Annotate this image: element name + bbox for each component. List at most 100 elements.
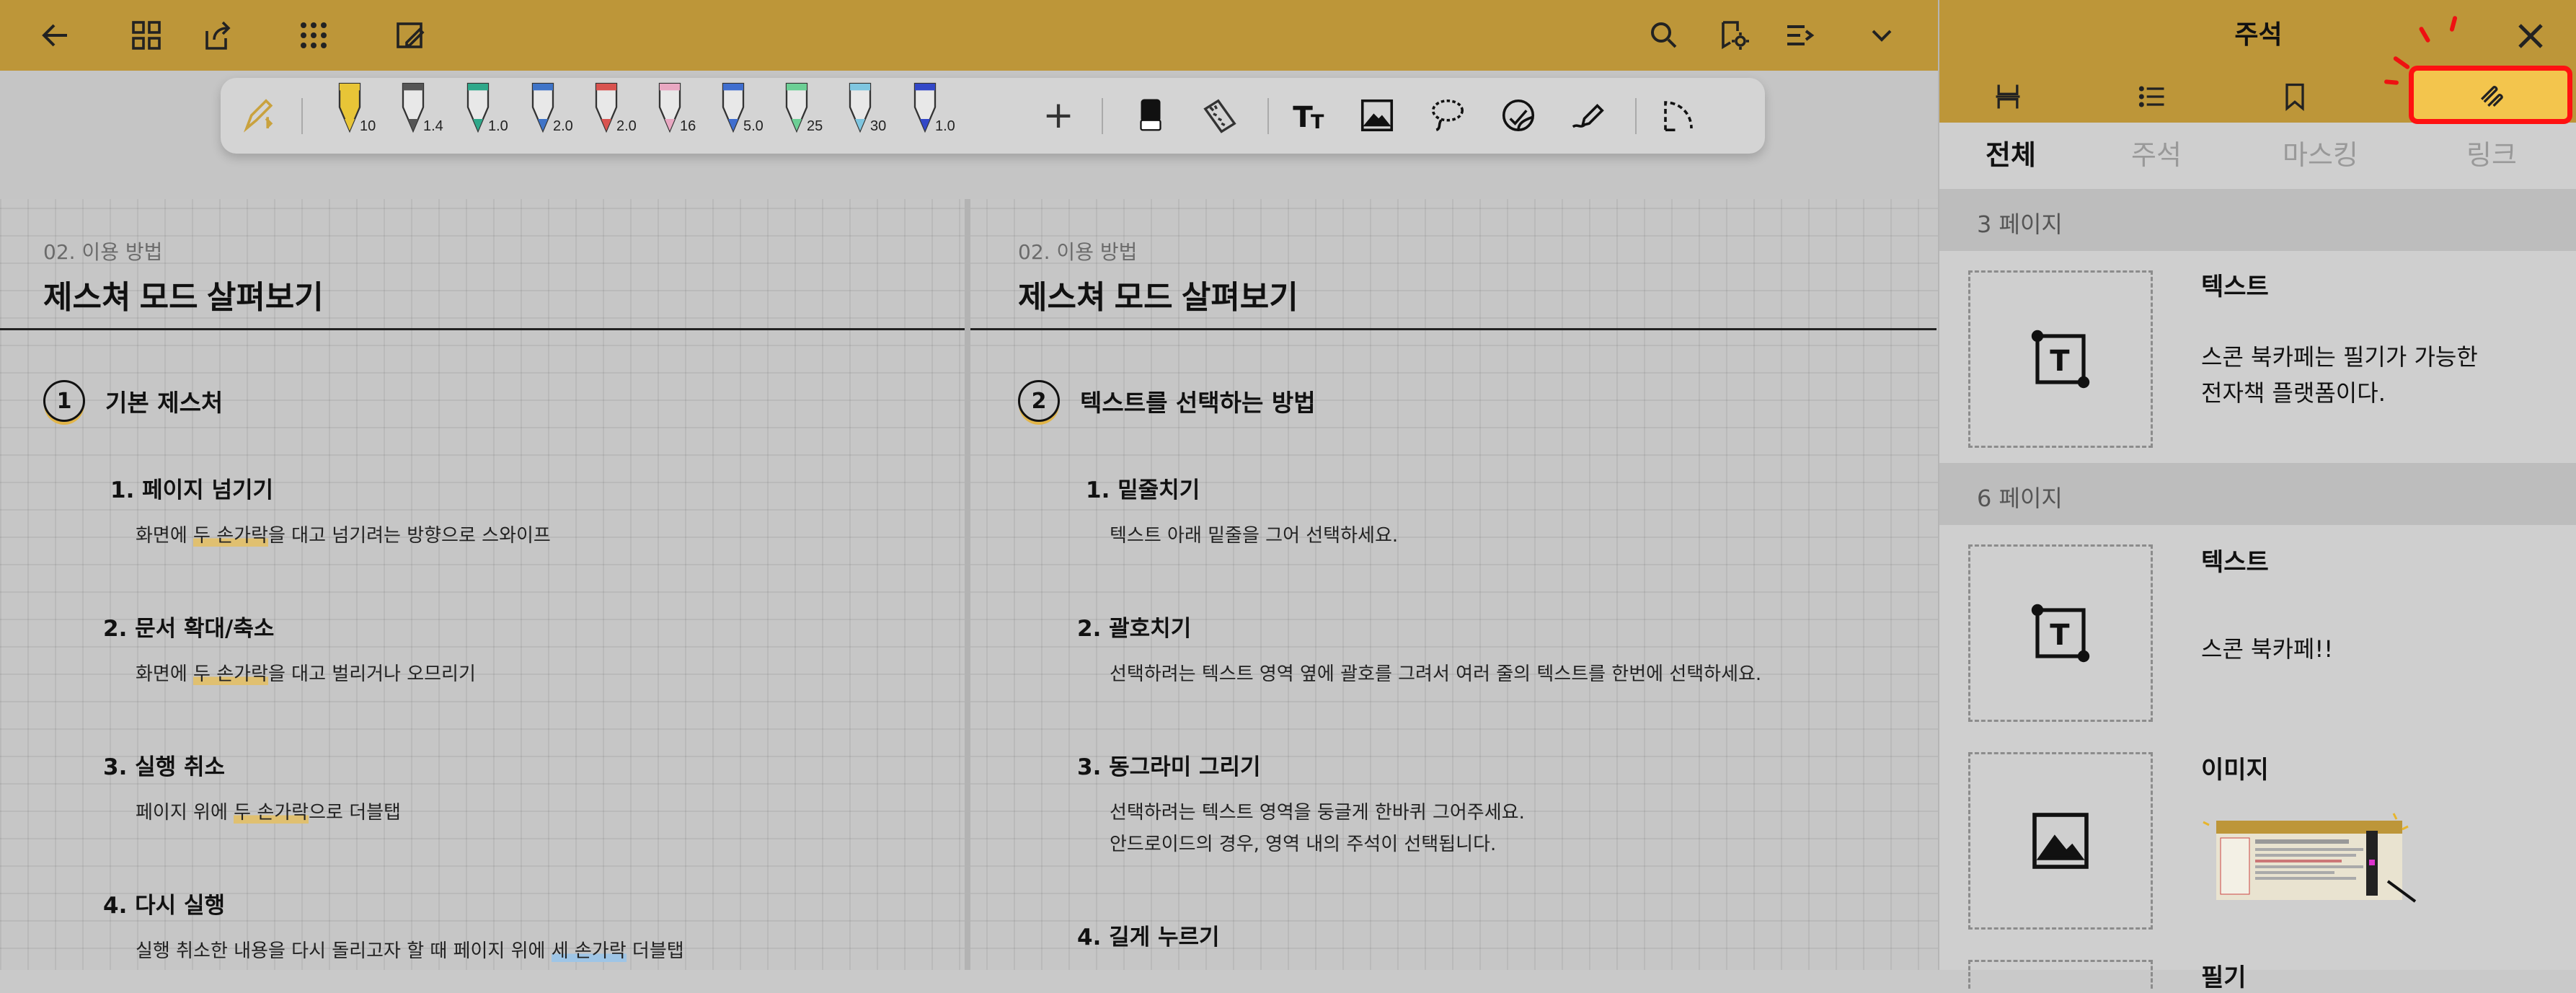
annotation-type: 이미지: [2201, 756, 2269, 785]
toc-list-icon[interactable]: [2116, 75, 2188, 118]
pen-size-label: 5.0: [743, 118, 763, 134]
filter-masking[interactable]: 마스킹: [2283, 133, 2358, 172]
pen-size-label: 2.0: [616, 118, 637, 134]
left-page: 02. 이용 방법 제스쳐 모드 살펴보기 1 기본 제스처 1. 페이지 넘기…: [0, 199, 965, 970]
pen-icon: [913, 82, 937, 133]
pen-icon: [595, 82, 618, 133]
section-header: 2 텍스트를 선택하는 방법: [1018, 379, 1316, 423]
pen-icon: [338, 82, 361, 133]
image-tool-icon[interactable]: [1355, 94, 1399, 137]
bookmark-icon[interactable]: [2259, 75, 2331, 118]
annotation-thumbnail[interactable]: T: [1968, 270, 2153, 448]
text-annotation-icon: T: [2031, 604, 2090, 663]
image-annotation-icon: [2032, 813, 2089, 869]
add-pen-icon[interactable]: +: [1037, 94, 1080, 137]
page-group-header: 6 페이지: [1939, 463, 2576, 525]
pen-tool[interactable]: 1.0: [455, 78, 508, 154]
title-rule: [970, 328, 1937, 330]
item-text: 안드로이드의 경우, 영역 내의 주석이 선택됩니다.: [1110, 834, 1497, 855]
annotation-text[interactable]: 스콘 북카페는 필기가 가능한: [2201, 339, 2478, 375]
item-heading: 3. 실행 취소: [103, 754, 226, 780]
pen-icon: [531, 82, 554, 133]
page-divider: [965, 199, 970, 970]
magic-pen-icon[interactable]: [1566, 94, 1609, 137]
page-title: 제스쳐 모드 살펴보기: [1018, 280, 1298, 315]
item-heading: 4. 길게 누르기: [1077, 924, 1220, 950]
pen-icon: [785, 82, 808, 133]
pen-tool[interactable]: 25: [774, 78, 827, 154]
pen-size-label: 30: [870, 118, 887, 134]
annotation-thumbnail[interactable]: [1968, 752, 2153, 930]
annotation-panel: 주석 전체 주석 마스킹 링크 3 페이지 T 텍스트 스콘 북카페는 필기가 …: [1938, 0, 2576, 992]
close-icon[interactable]: [2509, 14, 2552, 58]
page-title: 제스쳐 모드 살펴보기: [43, 280, 324, 315]
annotation-type: 텍스트: [2201, 548, 2269, 577]
annotation-text[interactable]: 전자책 플랫폼이다.: [2201, 375, 2386, 411]
pen-tool[interactable]: 1.4: [390, 78, 443, 154]
section-title: 기본 제스처: [105, 389, 223, 417]
filter-all[interactable]: 전체: [1986, 133, 2036, 172]
pen-icon: [402, 82, 425, 133]
breadcrumb: 02. 이용 방법: [1018, 240, 1138, 264]
svg-text:T: T: [2050, 619, 2070, 652]
item-text: 화면에 두 손가락을 대고 넘기려는 방향으로 스와이프: [136, 525, 551, 547]
chevron-down-icon[interactable]: [1859, 12, 1905, 58]
item-heading: 1. 밑줄치기: [1086, 477, 1200, 503]
item-text: 페이지 위에 두 손가락으로 더블탭: [136, 802, 401, 824]
annotation-text[interactable]: 스콘 북카페!!: [2201, 631, 2333, 667]
pen-tool[interactable]: 2.0: [520, 78, 573, 154]
bookmark-settings-icon[interactable]: [1712, 12, 1758, 58]
item-text: 텍스트 아래 밑줄을 그어 선택하세요.: [1110, 525, 1399, 547]
grid-icon[interactable]: [123, 12, 169, 58]
reading-list-icon[interactable]: [1777, 12, 1823, 58]
image-annotation-preview[interactable]: [2199, 809, 2421, 906]
lasso-tool-icon[interactable]: [1426, 94, 1469, 137]
annotation-thumbnail[interactable]: T: [1968, 544, 2153, 722]
edit-mode-icon[interactable]: [388, 12, 434, 58]
annotation-type: 필기: [2201, 963, 2247, 992]
section-number: 2: [1018, 380, 1060, 422]
page-thumbnails-icon[interactable]: [1972, 75, 2044, 118]
item-text: 선택하려는 텍스트 영역 옆에 괄호를 그려서 여러 줄의 텍스트를 한번에 선…: [1110, 663, 1762, 685]
pen-tool[interactable]: 5.0: [710, 78, 763, 154]
right-page: 02. 이용 방법 제스쳐 모드 살펴보기 2 텍스트를 선택하는 방법 1. …: [970, 199, 1937, 970]
collapse-toolbar-icon[interactable]: [1657, 94, 1700, 137]
pen-tool[interactable]: 30: [837, 78, 890, 154]
item-heading: 1. 페이지 넘기기: [110, 477, 274, 503]
share-upload-icon[interactable]: [195, 12, 242, 58]
page-group-header: 3 페이지: [1939, 189, 2576, 251]
pen-size-label: 16: [680, 118, 696, 134]
annotation-thumbnail[interactable]: [1968, 960, 2153, 989]
search-icon[interactable]: [1641, 12, 1687, 58]
text-tool-icon[interactable]: TT: [1289, 94, 1332, 137]
pen-size-label: 1.0: [935, 118, 955, 134]
section-number: 1: [43, 380, 85, 422]
sticker-tool-icon[interactable]: [1497, 94, 1540, 137]
filter-links[interactable]: 링크: [2466, 133, 2517, 172]
title-rule: [0, 328, 965, 330]
pen-size-label: 1.4: [423, 118, 443, 134]
apps-dots-icon[interactable]: [291, 12, 337, 58]
pen-tool[interactable]: 2.0: [583, 78, 637, 154]
svg-text:T: T: [1311, 111, 1324, 133]
pen-icon: [466, 82, 490, 133]
pen-tool[interactable]: 16: [647, 78, 700, 154]
eraser-icon[interactable]: [1129, 94, 1172, 137]
item-text: 선택하려는 텍스트 영역을 둥글게 한바퀴 그어주세요.: [1110, 802, 1525, 824]
annotation-pen-icon[interactable]: [2455, 75, 2527, 118]
item-heading: 3. 동그라미 그리기: [1077, 754, 1261, 780]
pen-icon: [722, 82, 745, 133]
filter-annotations[interactable]: 주석: [2131, 133, 2182, 172]
bluetooth-pen-icon[interactable]: [238, 94, 281, 137]
pen-size-label: 1.0: [488, 118, 508, 134]
pen-tool[interactable]: 10: [327, 78, 380, 154]
pen-icon: [849, 82, 872, 133]
back-arrow-icon[interactable]: [32, 12, 79, 58]
section-header: 1 기본 제스처: [43, 379, 223, 423]
text-annotation-icon: T: [2031, 330, 2090, 389]
pen-tool[interactable]: 1.0: [902, 78, 955, 154]
section-title: 텍스트를 선택하는 방법: [1080, 389, 1316, 417]
annotation-type: 텍스트: [2201, 273, 2269, 301]
add-pen-label: +: [1043, 94, 1074, 137]
ruler-icon[interactable]: [1198, 94, 1241, 137]
